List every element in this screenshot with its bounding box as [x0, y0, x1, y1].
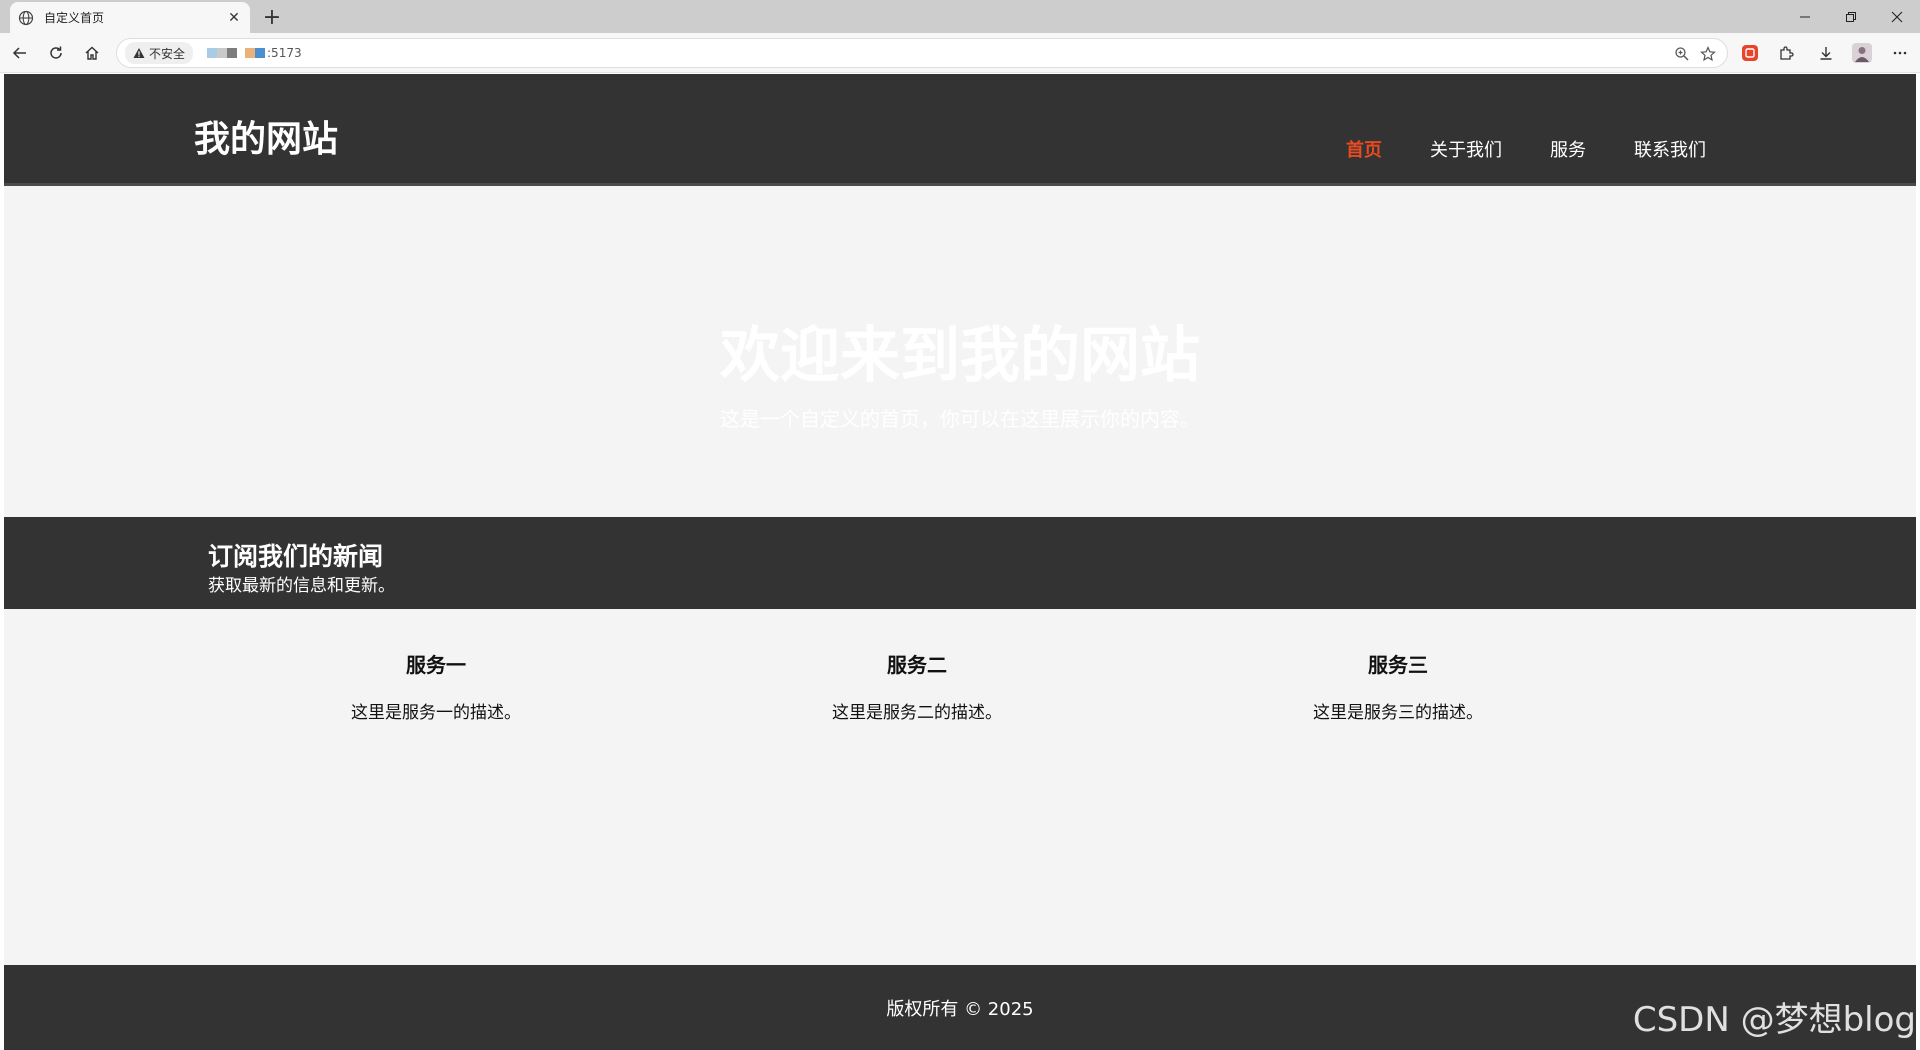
site-logo[interactable]: 我的网站 [194, 110, 338, 162]
download-icon [1820, 47, 1832, 60]
newsletter-title: 订阅我们的新闻 [208, 542, 384, 571]
url-host-redacted: :5173 [207, 46, 302, 60]
hero-section: 欢迎来到我的网站 这是一个自定义的首页，你可以在这里展示你的内容。 [4, 189, 1916, 519]
security-indicator[interactable]: 不安全 [125, 42, 194, 64]
url-port: :5173 [267, 46, 302, 60]
site-footer: 版权所有 © 2025 [4, 965, 1916, 1050]
service-card: 服务二 这里是服务二的描述。 [767, 649, 1067, 723]
service-title: 服务一 [406, 653, 466, 677]
tab-title: 自定义首页 [44, 11, 105, 25]
site-header: 我的网站 首页 关于我们 服务 联系我们 [4, 74, 1916, 186]
main-nav: 首页 关于我们 服务 联系我们 [1298, 136, 1706, 162]
newsletter-subtitle: 获取最新的信息和更新。 [208, 576, 395, 596]
address-bar[interactable]: 不安全 :5173 [116, 38, 1728, 68]
nav-item-services[interactable]: 服务 [1550, 136, 1586, 162]
favorite-button[interactable] [1695, 41, 1721, 67]
globe-icon [18, 10, 34, 25]
minimize-icon [1800, 16, 1810, 17]
home-icon [85, 46, 99, 60]
restore-button[interactable] [1828, 0, 1874, 33]
service-card: 服务一 这里是服务一的描述。 [286, 649, 586, 723]
nav-item-contact[interactable]: 联系我们 [1634, 136, 1706, 162]
security-label: 不安全 [149, 46, 186, 61]
newsletter-section: 订阅我们的新闻 获取最新的信息和更新。 [4, 517, 1916, 609]
watermark: CSDN @梦想blog [1632, 1000, 1916, 1040]
avatar [1852, 43, 1872, 63]
zoom-button[interactable] [1669, 41, 1695, 67]
star-icon [1700, 46, 1716, 62]
hero-title: 欢迎来到我的网站 [720, 321, 1200, 391]
service-title: 服务三 [1368, 653, 1428, 677]
service-title: 服务二 [887, 653, 947, 677]
downloads-button[interactable] [1812, 39, 1840, 67]
browser-tab-bar: 自定义首页 ✕ + [0, 0, 1920, 33]
more-menu-button[interactable] [1886, 39, 1914, 67]
back-button[interactable] [6, 39, 34, 67]
close-icon [1891, 11, 1903, 22]
services-section: 服务一 这里是服务一的描述。 服务二 这里是服务二的描述。 服务三 这里是服务三… [4, 609, 1916, 939]
nav-item-about[interactable]: 关于我们 [1430, 136, 1502, 162]
new-tab-button[interactable]: + [258, 3, 286, 31]
profile-button[interactable] [1848, 39, 1876, 67]
zoom-in-icon [1675, 47, 1689, 61]
puzzle-icon [1780, 46, 1794, 60]
reload-button[interactable] [42, 39, 70, 67]
close-tab-icon[interactable]: ✕ [226, 10, 242, 26]
browser-toolbar: 不安全 :5173 [0, 33, 1920, 73]
hero-subtitle: 这是一个自定义的首页，你可以在这里展示你的内容。 [720, 407, 1200, 431]
service-card: 服务三 这里是服务三的描述。 [1248, 649, 1548, 723]
more-dots-icon [1893, 51, 1907, 55]
service-description: 这里是服务三的描述。 [1313, 703, 1483, 723]
service-description: 这里是服务一的描述。 [351, 703, 521, 723]
back-arrow-icon [12, 47, 26, 59]
extensions-menu-button[interactable] [1772, 39, 1800, 67]
browser-tab[interactable]: 自定义首页 ✕ [10, 2, 250, 33]
nav-item-home[interactable]: 首页 [1346, 136, 1382, 162]
close-window-button[interactable] [1874, 0, 1920, 33]
extension-button[interactable] [1736, 39, 1764, 67]
extension-red-icon [1742, 45, 1758, 61]
web-page: 我的网站 首页 关于我们 服务 联系我们 欢迎来到我的网站 这是一个自定义的首页… [4, 74, 1916, 1050]
minimize-button[interactable] [1782, 0, 1828, 33]
copyright-text: 版权所有 © 2025 [886, 999, 1034, 1020]
restore-icon [1846, 11, 1856, 22]
reload-icon [50, 46, 62, 59]
home-button[interactable] [78, 39, 106, 67]
service-description: 这里是服务二的描述。 [832, 703, 1002, 723]
warning-icon [133, 48, 145, 58]
